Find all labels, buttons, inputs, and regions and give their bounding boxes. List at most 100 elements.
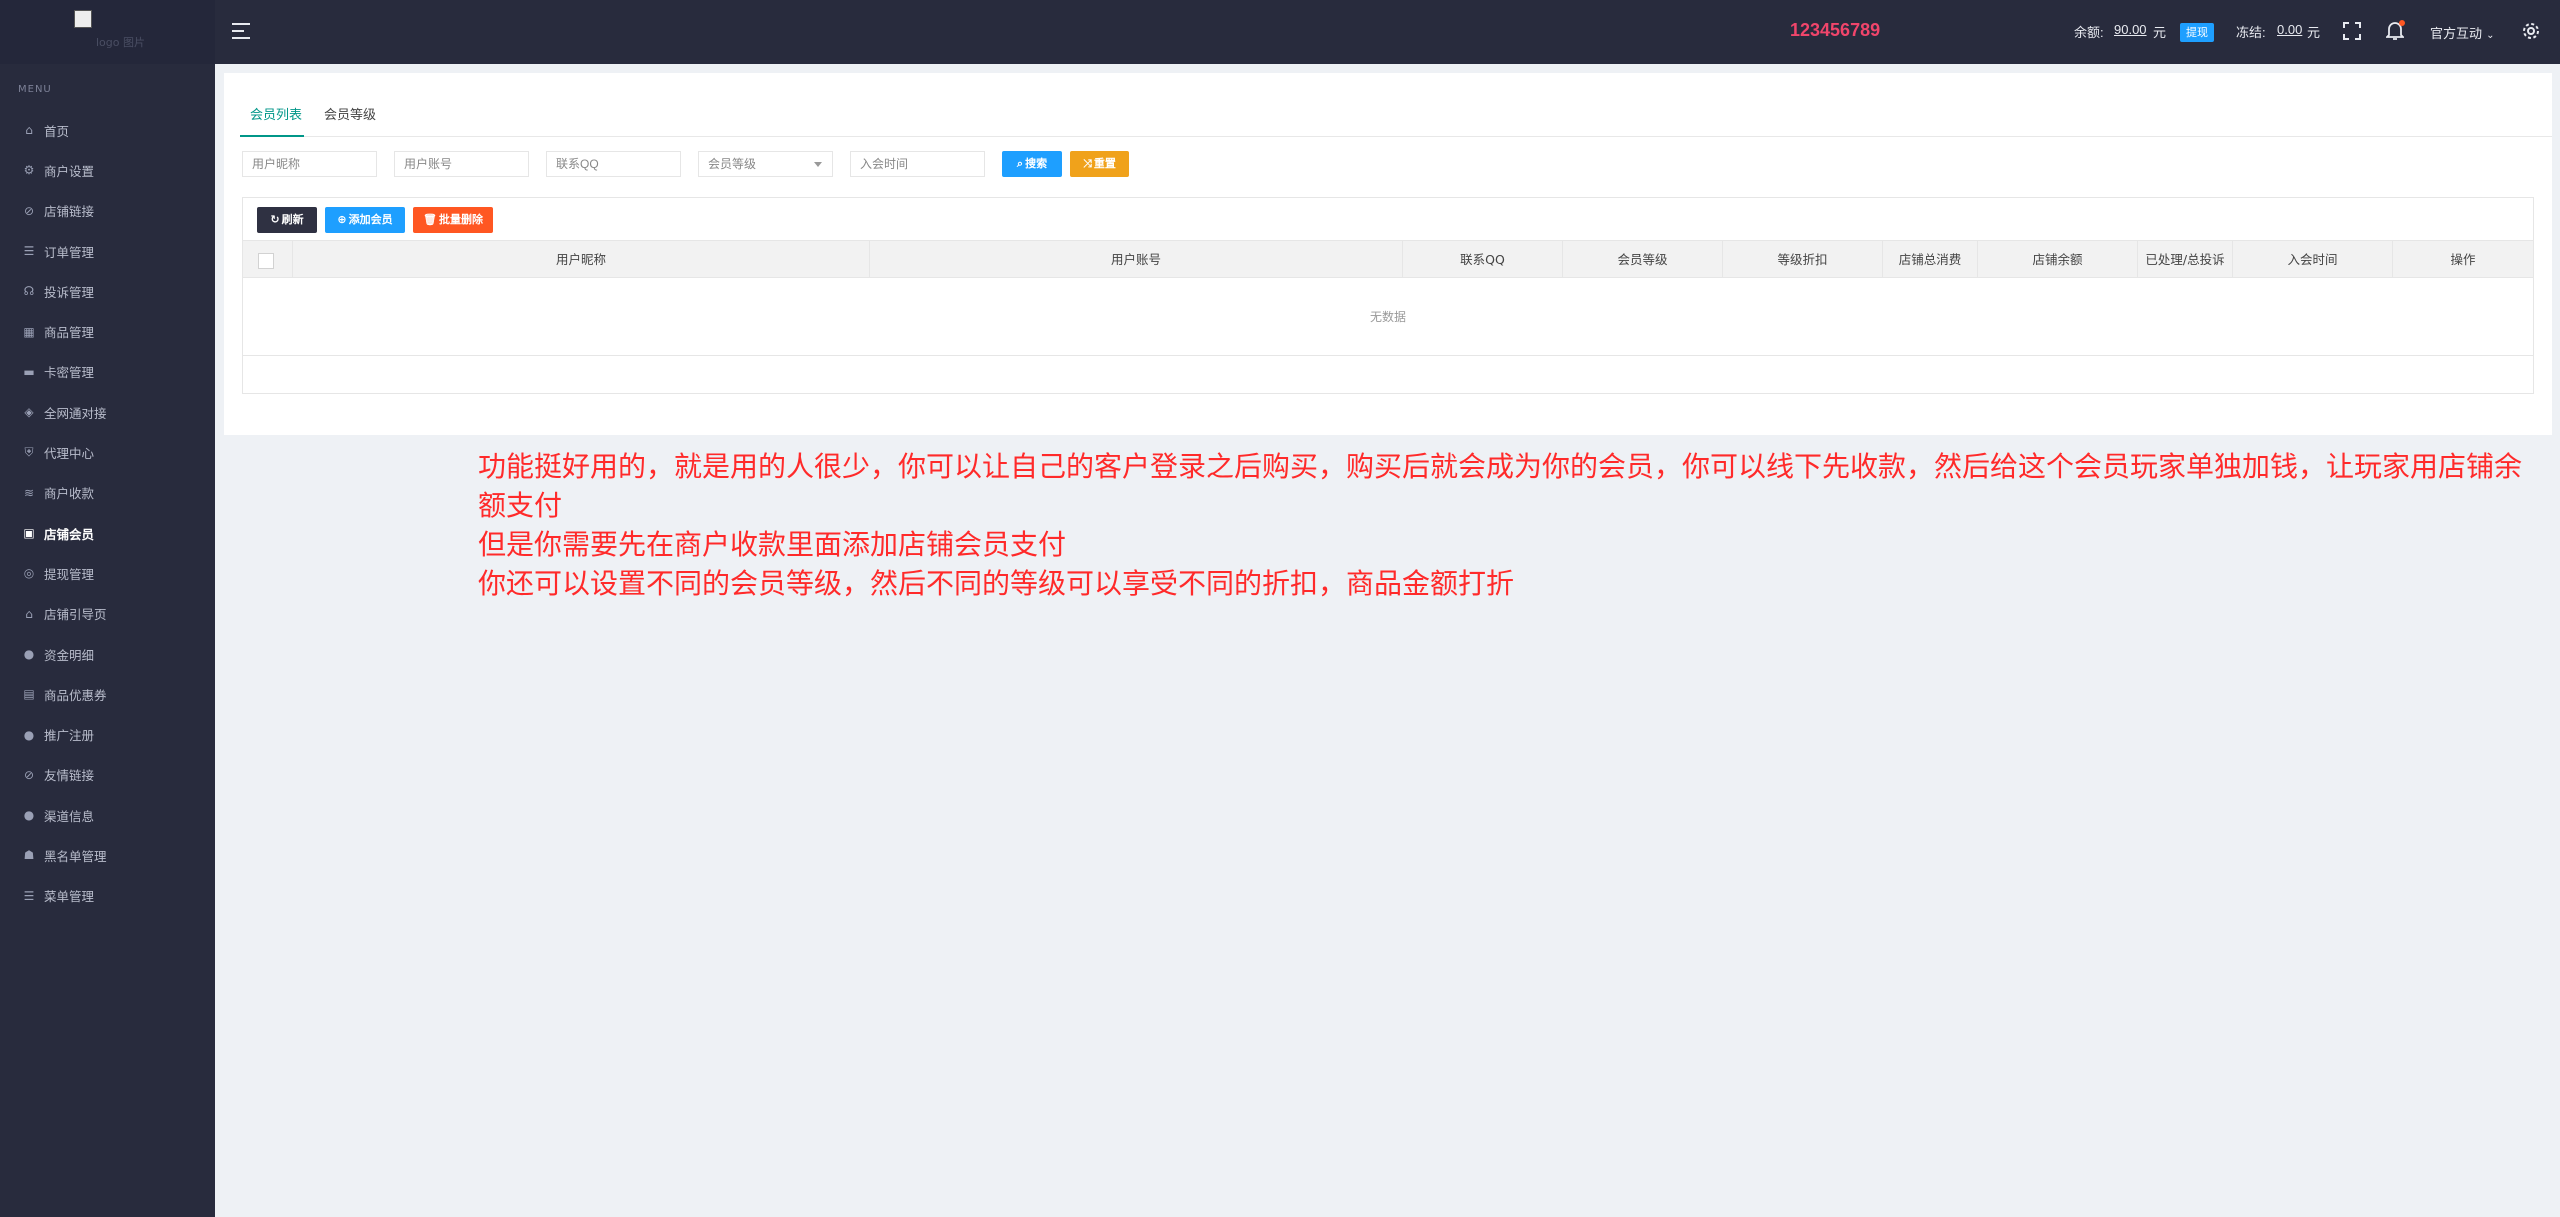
tab-member-list[interactable]: 会员列表 [240,107,304,137]
list-icon: ☰ [23,244,35,259]
sidebar-item[interactable]: ● 资金明细 [0,634,215,674]
join-time-input[interactable]: 入会时间 [850,151,985,177]
bell-icon[interactable] [2384,20,2406,42]
sidebar-item[interactable]: ⌂ 首页 [0,110,215,150]
sidebar-item[interactable]: ▦ 商品管理 [0,311,215,351]
main-card: 会员列表 会员等级 用户昵称 用户账号 联系QQ 会员等级 入会时间 ⌕ 搜索 ⤨… [224,73,2552,435]
sidebar-item[interactable]: ☊ 投诉管理 [0,271,215,311]
frozen-unit: 元 [2307,25,2321,40]
brand-number: 123456789 [1790,20,1881,40]
sidebar-item-label: 提现管理 [44,566,95,582]
search-icon: ⌕ [1016,157,1024,170]
refresh-icon: ↻ [270,213,280,226]
account-input[interactable]: 用户账号 [394,151,529,177]
trash-icon: 🗑 [423,213,437,226]
sidebar-item[interactable]: ≋ 商户收款 [0,473,215,513]
sidebar-item[interactable]: ▣ 店铺会员 [0,513,215,553]
sidebar-item-label: 全网通对接 [44,405,107,421]
select-all-checkbox[interactable] [258,253,274,269]
sidebar-item-label: 店铺链接 [44,204,95,220]
sidebar-item[interactable]: ⛨ 代理中心 [0,432,215,472]
link-icon: ⊘ [23,203,35,218]
sidebar-item[interactable]: ⚙ 商户设置 [0,150,215,190]
promote-icon: ● [23,727,35,742]
tab-bar: 会员列表 会员等级 [240,107,2552,137]
empty-state: 无数据 [243,278,2533,356]
sidebar-item-label: 投诉管理 [44,284,95,300]
user-name: 官方互动 [2430,27,2483,42]
add-member-button[interactable]: ⊕ 添加会员 [325,207,405,233]
sidebar-item-label: 黑名单管理 [44,848,107,864]
sidebar-item[interactable]: ⊘ 友情链接 [0,755,215,795]
user-menu[interactable]: 官方互动 ⌄ [2430,23,2495,42]
frozen-label: 冻结: [2236,25,2266,40]
sidebar-item-label: 卡密管理 [44,365,95,381]
sidebar-item[interactable]: ☗ 黑名单管理 [0,835,215,875]
col-nickname[interactable]: 用户昵称 [293,241,870,278]
col-qq[interactable]: 联系QQ [1403,241,1563,278]
sidebar: MENU ⌂ 首页 ⚙ 商户设置 ⊘ 店铺链接 ☰ 订单管理 ☊ 投诉管理 ▦ 商品管理 ▬ 卡密管理 ◈ 全… [0,64,215,1217]
logo-area[interactable]: logo 图片 [0,0,215,64]
menu-section-label: MENU [18,84,52,95]
logo-alt-text: logo 图片 [96,36,145,49]
sidebar-item-label: 店铺引导页 [44,607,107,623]
sidebar-item[interactable]: ◎ 提现管理 [0,553,215,593]
table-header: 用户昵称 用户账号 联系QQ 会员等级 等级折扣 店铺总消费 店铺余额 已处理/… [243,240,2533,278]
col-actions: 操作 [2450,252,2476,267]
annotation-text: 功能挺好用的，就是用的人很少，你可以让自己的客户登录之后购买，购买后就会成为你的… [478,447,2548,603]
grid-icon: ▦ [23,324,35,339]
sidebar-item[interactable]: ● 渠道信息 [0,795,215,835]
nickname-input[interactable]: 用户昵称 [242,151,377,177]
chart-icon: ≋ [23,485,35,500]
level-select[interactable]: 会员等级 [698,151,833,177]
annotation-line: 但是你需要先在商户收款里面添加店铺会员支付 [478,528,1067,561]
sidebar-item-label: 店铺会员 [44,526,95,542]
menu-manage-icon: ☰ [23,888,35,903]
menu-toggle-icon[interactable] [232,23,250,39]
col-discount[interactable]: 等级折扣 [1723,241,1883,278]
sidebar-item-label: 渠道信息 [44,808,95,824]
col-join-time[interactable]: 入会时间 [2233,241,2393,278]
member-icon: ▣ [23,526,35,541]
frozen-value[interactable]: 0.00 [2277,22,2302,37]
col-account[interactable]: 用户账号 [870,241,1403,278]
chevron-down-icon: ⌄ [2486,30,2495,41]
withdraw-icon: ◎ [23,566,35,581]
col-total-spend[interactable]: 店铺总消费 [1883,241,1978,278]
member-table: ↻ 刷新 ⊕ 添加会员 🗑 批量删除 用户昵称 用户账号 联系QQ 会员等级 等级折扣… [242,197,2534,394]
headset-icon: ☊ [23,284,35,299]
sidebar-nav: ⌂ 首页 ⚙ 商户设置 ⊘ 店铺链接 ☰ 订单管理 ☊ 投诉管理 ▦ 商品管理 ▬ 卡密管理 ◈ 全网通对接 ⛨… [0,110,215,916]
shuffle-icon: ⤨ [1083,157,1092,170]
sidebar-item[interactable]: ▬ 卡密管理 [0,352,215,392]
qq-input[interactable]: 联系QQ [546,151,681,177]
annotation-line: 你还可以设置不同的会员等级，然后不同的等级可以享受不同的折扣，商品金额打折 [478,567,1515,600]
sidebar-item[interactable]: ▤ 商品优惠券 [0,674,215,714]
sidebar-item[interactable]: ⌂ 店铺引导页 [0,594,215,634]
link-icon: ⊘ [23,767,35,782]
sidebar-item[interactable]: ◈ 全网通对接 [0,392,215,432]
sidebar-item-label: 推广注册 [44,728,95,744]
shield-icon: ⛨ [24,445,34,460]
col-level[interactable]: 会员等级 [1563,241,1723,278]
refresh-button[interactable]: ↻ 刷新 [257,207,317,233]
balance-value[interactable]: 90.00 [2114,22,2147,37]
withdraw-button[interactable]: 提现 [2180,23,2214,42]
tab-member-level[interactable]: 会员等级 [324,107,376,137]
select-all-cell [243,241,293,278]
fullscreen-icon[interactable] [2342,20,2362,42]
notification-dot [2399,20,2405,26]
gear-icon[interactable] [2521,20,2541,42]
info-icon: ● [23,808,35,823]
batch-delete-button[interactable]: 🗑 批量删除 [413,207,493,233]
sidebar-item[interactable]: ● 推广注册 [0,714,215,754]
col-complaints[interactable]: 已处理/总投诉 [2138,241,2233,278]
reset-button[interactable]: ⤨ 重置 [1070,151,1129,177]
col-balance[interactable]: 店铺余额 [1978,241,2138,278]
sidebar-item[interactable]: ☰ 订单管理 [0,231,215,271]
sidebar-item-label: 商户设置 [44,163,95,179]
sidebar-item-label: 订单管理 [44,244,95,260]
search-button[interactable]: ⌕ 搜索 [1002,151,1062,177]
store-icon: ⌂ [25,606,33,621]
sidebar-item[interactable]: ⊘ 店铺链接 [0,191,215,231]
sidebar-item[interactable]: ☰ 菜单管理 [0,876,215,916]
